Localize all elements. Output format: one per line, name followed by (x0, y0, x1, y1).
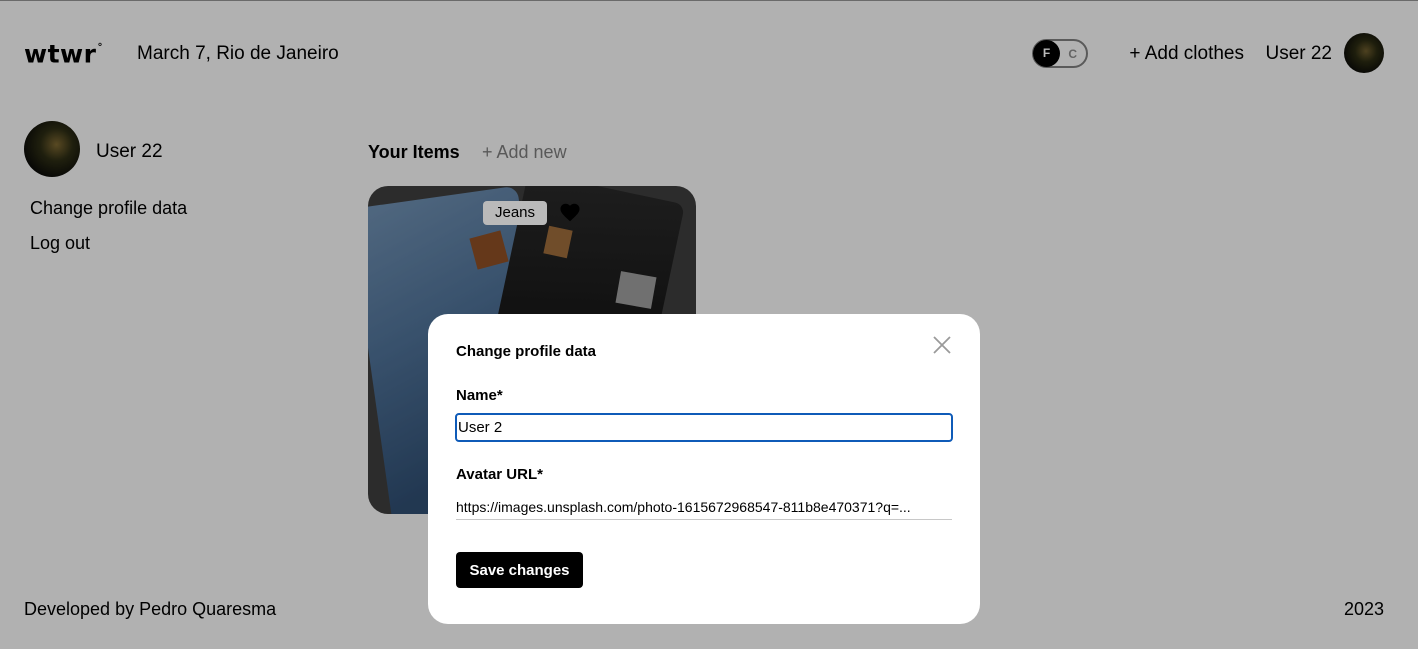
save-changes-button[interactable]: Save changes (456, 552, 583, 588)
close-button[interactable] (930, 333, 954, 357)
avatar-url-label: Avatar URL* (456, 466, 543, 483)
name-label: Name* (456, 387, 503, 404)
modal-title: Change profile data (456, 343, 597, 360)
avatar-url-input[interactable] (456, 495, 952, 520)
close-icon (933, 336, 951, 354)
change-profile-modal: Change profile data Name* Avatar URL* Sa… (428, 314, 980, 624)
page: wtwr° March 7, Rio de Janeiro F C + Add … (0, 0, 1418, 649)
name-input[interactable] (455, 413, 953, 442)
